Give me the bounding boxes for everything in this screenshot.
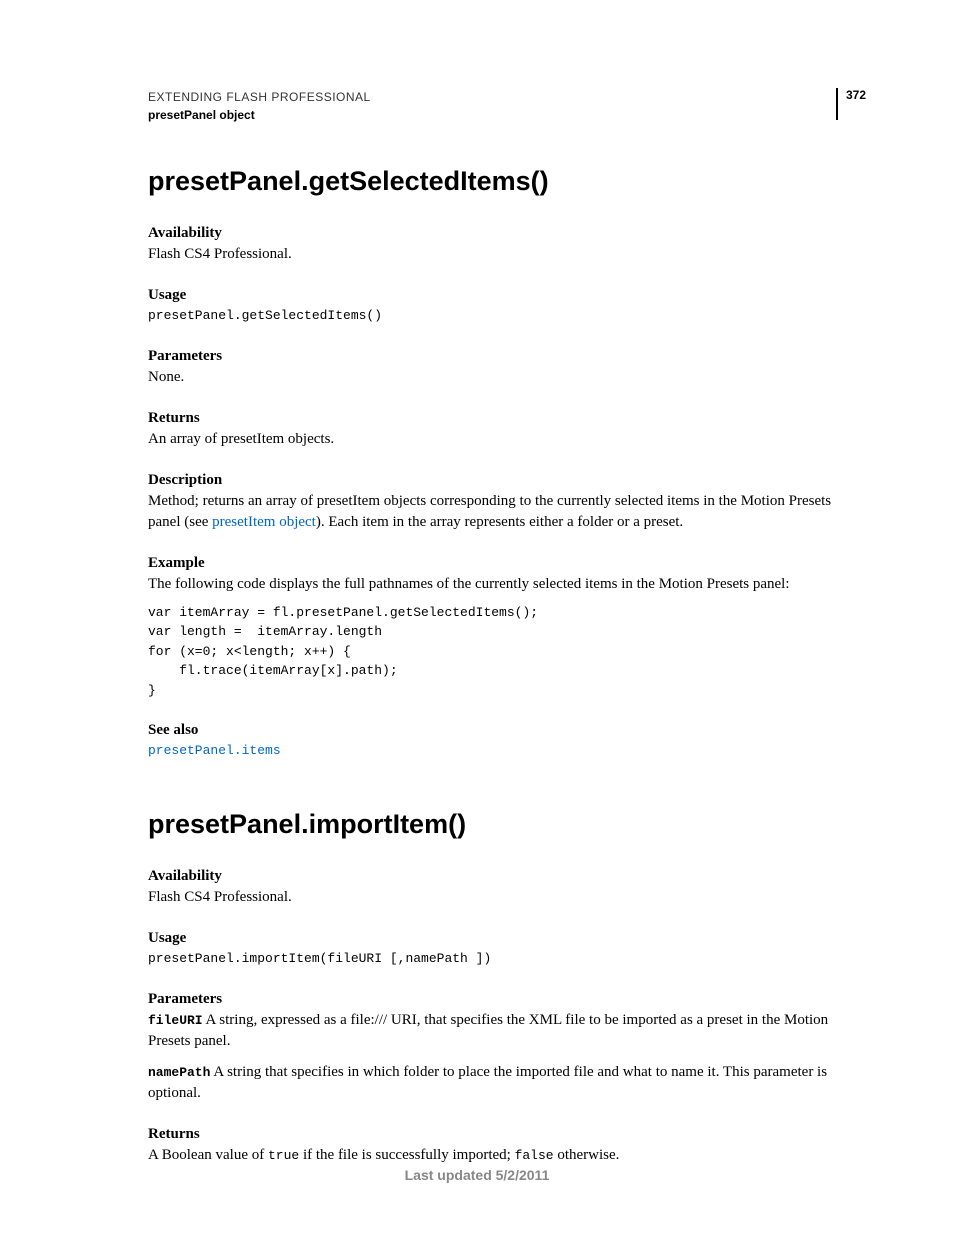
param-fileuri: fileURI A string, expressed as a file://… <box>148 1010 866 1052</box>
returns-pre: A Boolean value of <box>148 1147 268 1163</box>
returns-true: true <box>268 1148 299 1163</box>
parameters-label: Parameters <box>148 348 866 365</box>
parameters-text: None. <box>148 367 866 388</box>
availability-label: Availability <box>148 225 866 242</box>
method-heading-importitem: presetPanel.importItem() <box>148 809 866 840</box>
availability-text: Flash CS4 Professional. <box>148 244 866 265</box>
returns-post: otherwise. <box>554 1147 620 1163</box>
availability-label-2: Availability <box>148 868 866 885</box>
description-label: Description <box>148 472 866 489</box>
description-post: ). Each item in the array represents eit… <box>316 514 683 530</box>
breadcrumb: EXTENDING FLASH PROFESSIONAL <box>148 88 371 106</box>
seealso-label: See also <box>148 722 866 739</box>
returns-label-2: Returns <box>148 1126 866 1143</box>
returns-text: An array of presetItem objects. <box>148 429 866 450</box>
footer-last-updated: Last updated 5/2/2011 <box>0 1167 954 1183</box>
availability-text-2: Flash CS4 Professional. <box>148 887 866 908</box>
seealso-link[interactable]: presetPanel.items <box>148 743 281 758</box>
returns-mid: if the file is successfully imported; <box>299 1147 514 1163</box>
param-namepath-text: A string that specifies in which folder … <box>148 1064 827 1101</box>
returns-false: false <box>515 1148 554 1163</box>
returns-label: Returns <box>148 410 866 427</box>
param-namepath-name: namePath <box>148 1065 210 1080</box>
page-number: 372 <box>836 88 866 120</box>
presetitem-object-link[interactable]: presetItem object <box>212 514 316 530</box>
method-heading-getselecteditems: presetPanel.getSelectedItems() <box>148 166 866 197</box>
example-intro: The following code displays the full pat… <box>148 574 866 595</box>
usage-label-2: Usage <box>148 930 866 947</box>
parameters-label-2: Parameters <box>148 991 866 1008</box>
usage-label: Usage <box>148 287 866 304</box>
page-header: EXTENDING FLASH PROFESSIONAL presetPanel… <box>148 88 866 124</box>
usage-code-2: presetPanel.importItem(fileURI [,namePat… <box>148 949 866 969</box>
returns-text-2: A Boolean value of true if the file is s… <box>148 1145 866 1166</box>
example-code: var itemArray = fl.presetPanel.getSelect… <box>148 603 866 701</box>
usage-code: presetPanel.getSelectedItems() <box>148 306 866 326</box>
param-fileuri-text: A string, expressed as a file:/// URI, t… <box>148 1012 828 1049</box>
example-label: Example <box>148 555 866 572</box>
header-object-title: presetPanel object <box>148 106 371 124</box>
param-namepath: namePath A string that specifies in whic… <box>148 1062 866 1104</box>
param-fileuri-name: fileURI <box>148 1013 203 1028</box>
header-left: EXTENDING FLASH PROFESSIONAL presetPanel… <box>148 88 371 124</box>
description-text: Method; returns an array of presetItem o… <box>148 491 866 533</box>
